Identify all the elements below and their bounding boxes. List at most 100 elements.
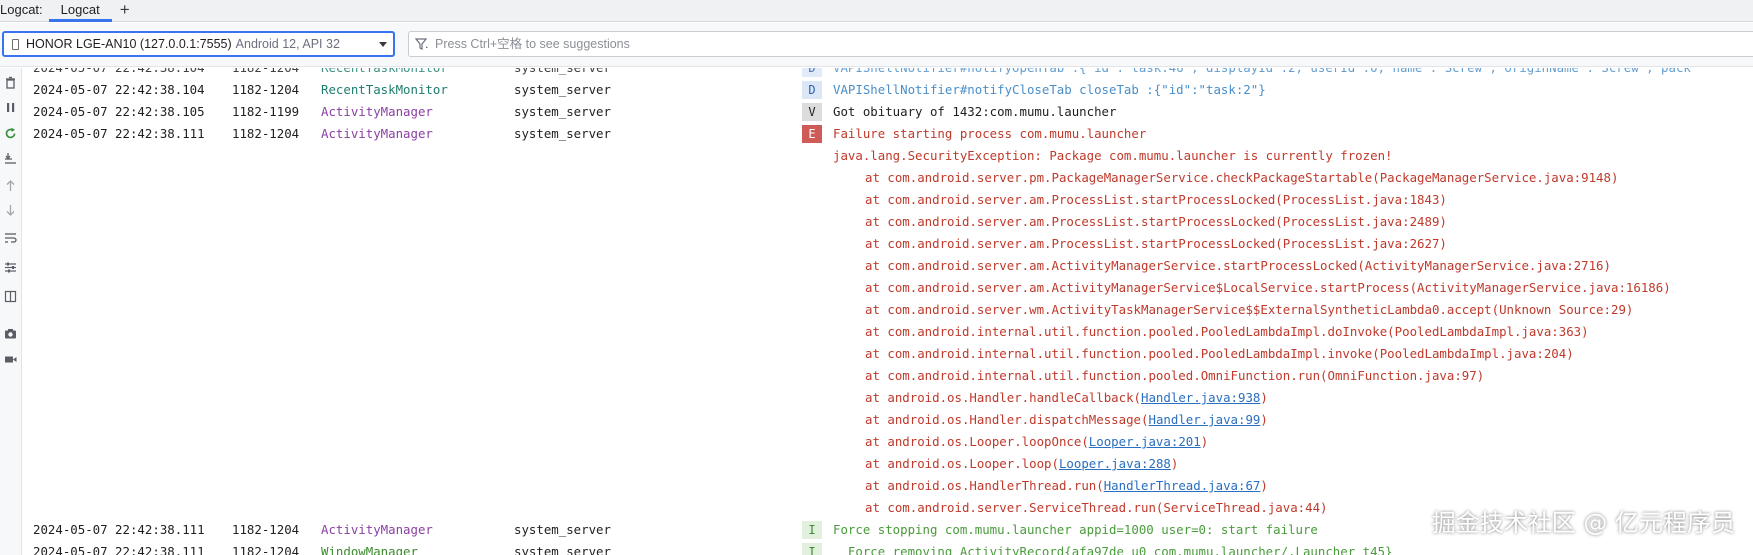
stack-trace-line: at com.android.server.wm.ActivityTaskMan…	[865, 299, 1633, 321]
stack-trace-line: at com.android.internal.util.function.po…	[865, 321, 1589, 343]
log-pid: 1182-1199	[232, 104, 300, 119]
split-panels-icon[interactable]	[2, 288, 18, 304]
stack-trace-suffix: )	[1170, 456, 1179, 471]
log-level-badge: V	[802, 103, 822, 121]
stack-trace-text: at com.android.internal.util.function.po…	[865, 346, 1574, 361]
stack-trace-text: at android.os.HandlerThread.run(	[865, 478, 1104, 493]
stack-trace-line: at android.os.Looper.loop(Looper.java:28…	[865, 453, 1178, 475]
stack-trace-line: at com.android.internal.util.function.po…	[865, 365, 1484, 387]
log-level-badge: E	[802, 125, 822, 143]
log-message: Got obituary of 1432:com.mumu.launcher	[833, 104, 1117, 119]
stack-trace-line: at com.android.internal.util.function.po…	[865, 343, 1574, 365]
log-tag: ActivityManager	[321, 104, 433, 119]
stack-trace-suffix: )	[1260, 412, 1268, 427]
stack-trace-line: at com.android.server.pm.PackageManagerS…	[865, 167, 1618, 189]
source-link[interactable]: Looper.java:201	[1089, 434, 1201, 449]
pause-icon[interactable]	[2, 99, 18, 115]
source-link[interactable]: HandlerThread.java:67	[1104, 478, 1261, 493]
stack-trace-line: at com.android.server.am.ProcessList.sta…	[865, 233, 1447, 255]
log-timestamp: 2024-05-07 22:42:38.104	[33, 68, 205, 79]
logcat-side-toolbar	[0, 68, 22, 555]
stack-trace-text: at com.android.server.wm.ActivityTaskMan…	[865, 302, 1634, 317]
log-tag: RecentTaskMonitor	[321, 82, 448, 97]
scroll-to-end-icon[interactable]	[2, 150, 18, 166]
log-tag: ActivityManager	[321, 126, 433, 141]
stack-trace-line: at com.android.server.am.ProcessList.sta…	[865, 189, 1447, 211]
device-api-level: Android 12, API 32	[235, 37, 340, 51]
log-row[interactable]: 2024-05-07 22:42:38.104 1182-1204 Recent…	[23, 68, 1753, 79]
logcat-filter-field[interactable]	[408, 31, 1753, 57]
screen-record-icon[interactable]	[2, 351, 18, 367]
stack-trace-line: at android.os.Handler.handleCallback(Han…	[865, 387, 1268, 409]
log-process: system_server	[514, 544, 611, 555]
stack-trace-text: at com.android.server.ServiceThread.run(…	[865, 500, 1328, 515]
screenshot-icon[interactable]	[2, 325, 18, 341]
stack-trace-text: at android.os.Looper.loopOnce(	[865, 434, 1089, 449]
stack-trace-text: at com.android.server.am.ActivityManager…	[865, 280, 1671, 295]
stack-trace-line: at com.android.server.am.ActivityManager…	[865, 255, 1611, 277]
stack-trace-text: at android.os.Handler.dispatchMessage(	[865, 412, 1149, 427]
log-timestamp: 2024-05-07 22:42:38.111	[33, 126, 205, 141]
log-tag: WindowManager	[321, 544, 418, 555]
up-arrow-icon[interactable]	[2, 177, 18, 193]
down-arrow-icon[interactable]	[2, 202, 18, 218]
stack-trace-text: at com.android.server.am.ProcessList.sta…	[865, 214, 1447, 229]
log-level-badge: D	[802, 68, 822, 77]
stack-trace-text: at android.os.Handler.handleCallback(	[865, 390, 1142, 405]
filter-funnel-icon[interactable]	[414, 37, 429, 51]
stack-trace-text: at com.android.server.am.ActivityManager…	[865, 258, 1611, 273]
add-tab-button[interactable]: +	[112, 0, 138, 21]
log-tag: ActivityManager	[321, 522, 433, 537]
filter-input[interactable]	[435, 37, 1635, 51]
log-row[interactable]: 2024-05-07 22:42:38.105 1182-1199 Activi…	[23, 101, 1753, 123]
log-pid: 1182-1204	[232, 126, 300, 141]
log-process: system_server	[514, 126, 611, 141]
log-process: system_server	[514, 522, 611, 537]
log-message: Force removing ActivityRecord{afa97de u0…	[833, 544, 1393, 555]
tool-window-title: Logcat:	[0, 2, 43, 17]
log-timestamp: 2024-05-07 22:42:38.104	[33, 82, 205, 97]
stack-trace-line: at com.android.server.am.ActivityManager…	[865, 277, 1671, 299]
log-timestamp: 2024-05-07 22:42:38.105	[33, 104, 205, 119]
log-pid: 1182-1204	[232, 544, 300, 555]
stack-trace-line: java.lang.SecurityException: Package com…	[833, 145, 1393, 167]
log-row[interactable]: 2024-05-07 22:42:38.111 1182-1204 Window…	[23, 541, 1753, 555]
stack-trace-text: at com.android.server.am.ProcessList.sta…	[865, 236, 1447, 251]
log-process: system_server	[514, 68, 611, 79]
log-row[interactable]: 2024-05-07 22:42:38.111 1182-1204 Activi…	[23, 123, 1753, 145]
stack-trace-suffix: )	[1260, 478, 1268, 493]
log-row[interactable]: 2024-05-07 22:42:38.104 1182-1204 Recent…	[23, 79, 1753, 101]
log-message: VAPIShellNotifier#notifyCloseTab closeTa…	[833, 82, 1266, 97]
stack-trace-text: at com.android.server.am.ProcessList.sta…	[865, 192, 1447, 207]
log-timestamp: 2024-05-07 22:42:38.111	[33, 522, 205, 537]
trash-icon[interactable]	[2, 74, 18, 90]
log-process: system_server	[514, 82, 611, 97]
stack-trace-text: at android.os.Looper.loop(	[865, 456, 1059, 471]
log-process: system_server	[514, 104, 611, 119]
log-message: Failure starting process com.mumu.launch…	[833, 126, 1147, 141]
device-selector[interactable]: HONOR LGE-AN10 (127.0.0.1:7555) Android …	[2, 31, 395, 57]
source-link[interactable]: Looper.java:288	[1059, 456, 1171, 471]
log-level-badge: I	[802, 521, 822, 539]
log-pid: 1182-1204	[232, 522, 300, 537]
log-level-badge: I	[802, 543, 822, 555]
logcat-output[interactable]: 2024-05-07 22:42:38.104 1182-1204 Recent…	[23, 68, 1753, 555]
restart-icon[interactable]	[2, 125, 18, 141]
stack-trace-suffix: )	[1200, 434, 1209, 449]
stack-trace-text: at com.android.internal.util.function.po…	[865, 368, 1485, 383]
tab-logcat[interactable]: Logcat	[48, 0, 112, 22]
log-tag: RecentTaskMonitor	[321, 68, 448, 79]
source-link[interactable]: Handler.java:938	[1141, 390, 1260, 405]
settings-icon[interactable]	[2, 259, 18, 275]
logcat-filter-bar: HONOR LGE-AN10 (127.0.0.1:7555) Android …	[0, 23, 1753, 67]
stack-trace-line: at android.os.HandlerThread.run(HandlerT…	[865, 475, 1268, 497]
stack-trace-text: java.lang.SecurityException: Package com…	[833, 148, 1393, 163]
stack-trace-line: at android.os.Handler.dispatchMessage(Ha…	[865, 409, 1268, 431]
tool-window-tabbar: Logcat: Logcat +	[0, 0, 1753, 22]
source-link[interactable]: Handler.java:99	[1148, 412, 1260, 427]
chevron-down-icon[interactable]	[379, 42, 387, 47]
stack-trace-text: at com.android.internal.util.function.po…	[865, 324, 1589, 339]
log-pid: 1182-1204	[232, 82, 300, 97]
soft-wrap-icon[interactable]	[2, 229, 18, 245]
device-name: HONOR LGE-AN10 (127.0.0.1:7555)	[26, 37, 232, 51]
